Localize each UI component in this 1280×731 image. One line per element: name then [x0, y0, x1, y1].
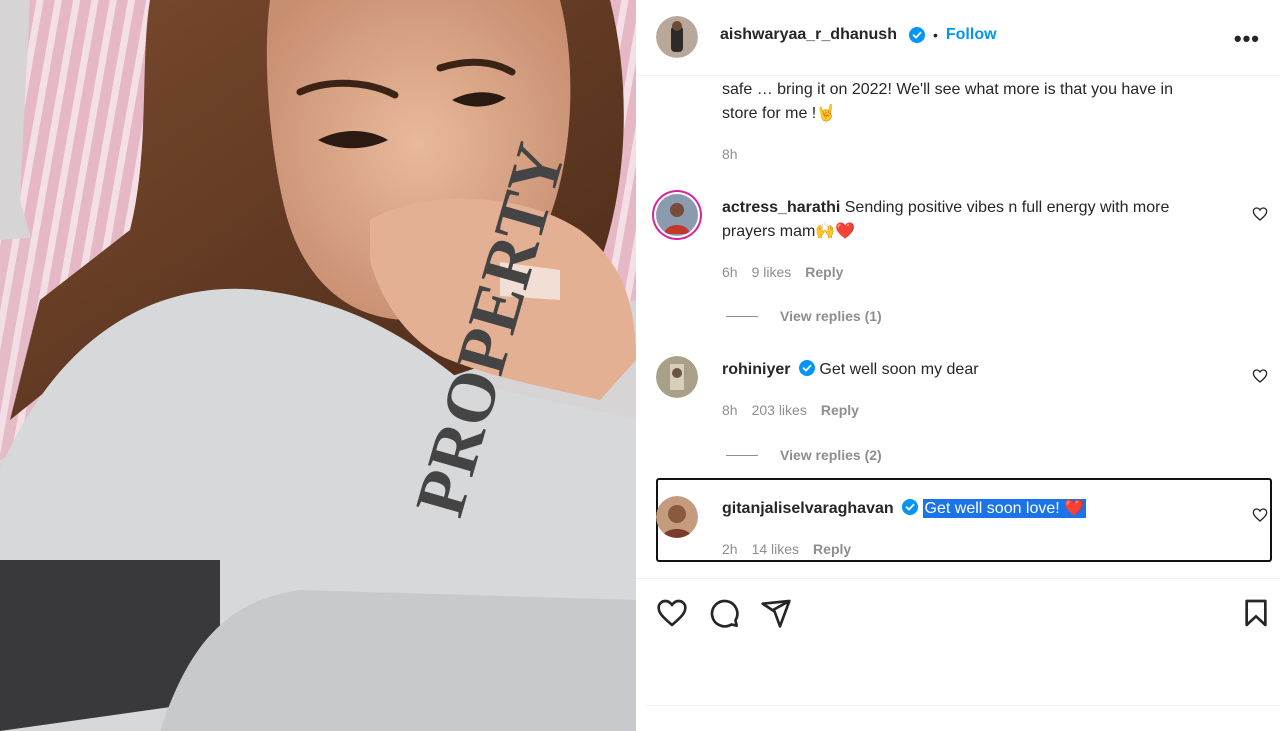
comment-text: Get well soon my dear [819, 361, 979, 378]
comment-username[interactable]: gitanjaliselvaraghavan [722, 500, 894, 517]
divider [646, 705, 1280, 706]
reply-button[interactable]: Reply [821, 402, 859, 418]
view-replies-line [726, 315, 758, 317]
caption-line-1: safe … bring it on 2022! We'll see what … [722, 81, 1173, 98]
comment-meta: 6h 9 likes Reply [722, 264, 843, 280]
post-side-panel: aishwaryaa_r_dhanush • Follow ••• safe …… [636, 0, 1280, 731]
caption: safe … bring it on 2022! We'll see what … [722, 78, 1252, 126]
comment-time[interactable]: 6h [722, 264, 738, 280]
post-photo-illustration: PROPERTY [0, 0, 636, 731]
caption-time[interactable]: 8h [722, 146, 738, 162]
comment-likes[interactable]: 9 likes [752, 264, 792, 280]
separator-dot: • [932, 27, 938, 43]
comment-avatar-gitanjaliselvaraghavan[interactable] [656, 496, 698, 538]
more-options-icon[interactable]: ••• [1234, 26, 1260, 52]
bookmark-icon[interactable] [1240, 597, 1272, 629]
reply-button[interactable]: Reply [813, 541, 851, 557]
comment-time[interactable]: 8h [722, 402, 738, 418]
like-comment-heart-icon[interactable] [1252, 368, 1268, 384]
caption-line-2: store for me !🤘 [722, 105, 837, 122]
comment-text: Sending positive vibes n full energy wit… [844, 199, 1170, 216]
view-replies-button[interactable]: View replies (2) [726, 447, 882, 463]
comment-username[interactable]: rohiniyer [722, 361, 790, 378]
view-replies-label[interactable]: View replies (2) [780, 447, 882, 463]
view-replies-line [726, 454, 758, 456]
comment-body: actress_harathi Sending positive vibes n… [722, 196, 1242, 244]
heart-icon[interactable] [656, 597, 688, 629]
verified-badge-icon [902, 499, 919, 515]
post-header: aishwaryaa_r_dhanush • Follow ••• [636, 0, 1280, 76]
share-icon[interactable] [760, 597, 792, 629]
author-avatar[interactable] [656, 16, 698, 58]
author-username[interactable]: aishwaryaa_r_dhanush [720, 26, 897, 44]
comment-meta: 2h 14 likes Reply [722, 541, 851, 557]
comment-username[interactable]: actress_harathi [722, 199, 840, 216]
comment-avatar-actress-harathi[interactable] [656, 194, 698, 236]
view-replies-label[interactable]: View replies (1) [780, 308, 882, 324]
comment-text-continued: prayers mam🙌❤️ [722, 223, 856, 240]
caption-meta: 8h [722, 146, 738, 162]
comment-body: rohiniyer Get well soon my dear [722, 358, 1242, 382]
comment-avatar-rohiniyer[interactable] [656, 356, 698, 398]
comment-body: gitanjaliselvaraghavan Get well soon lov… [722, 497, 1242, 521]
comment-likes[interactable]: 14 likes [752, 541, 799, 557]
follow-button[interactable]: Follow [946, 26, 997, 44]
comment-icon[interactable] [708, 597, 740, 629]
reply-button[interactable]: Reply [805, 264, 843, 280]
verified-badge-icon [908, 27, 925, 43]
comment-text-selected: Get well soon love! ❤️ [922, 499, 1087, 518]
comment-meta: 8h 203 likes Reply [722, 402, 859, 418]
verified-badge-icon [798, 360, 815, 376]
post-photo: PROPERTY [0, 0, 636, 731]
like-comment-heart-icon[interactable] [1252, 507, 1268, 523]
post-actions-bar [636, 578, 1280, 642]
comment-time[interactable]: 2h [722, 541, 738, 557]
view-replies-button[interactable]: View replies (1) [726, 308, 882, 324]
like-comment-heart-icon[interactable] [1252, 206, 1268, 222]
comment-likes[interactable]: 203 likes [752, 402, 807, 418]
